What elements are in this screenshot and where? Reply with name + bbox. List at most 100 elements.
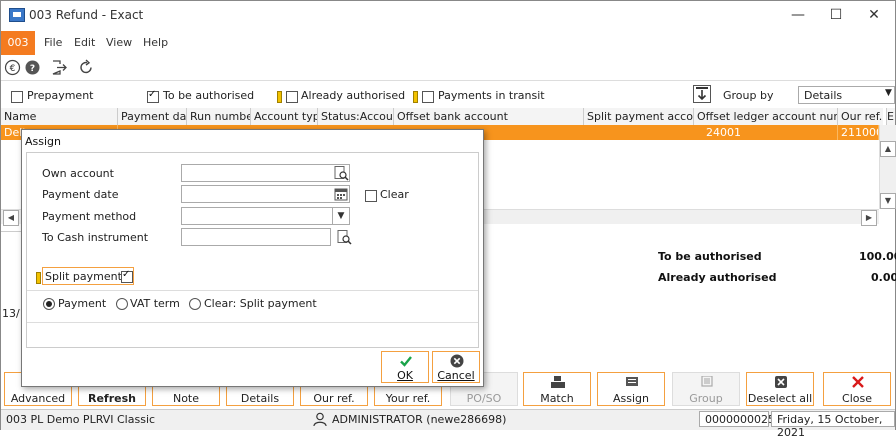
check-icon [400,356,412,367]
marker-icon [277,91,282,103]
payment-method-select[interactable]: ▼ [181,207,350,225]
col-split-payment-account[interactable]: Split payment account [584,108,694,125]
vertical-scrollbar[interactable]: ▲ ▼ [879,125,896,209]
advanced-label: Advanced [10,392,66,405]
group-icon [701,376,713,387]
lookup-icon[interactable] [336,229,352,245]
refresh-icon[interactable] [78,59,95,76]
already-authorised-checkbox[interactable] [286,91,298,103]
own-account-input[interactable] [181,164,350,182]
radio-payment[interactable] [43,298,55,310]
split-payment-box[interactable]: Split payment [42,267,134,285]
assign-icon [626,377,638,386]
radio-clear-split[interactable] [189,298,201,310]
status-date: Friday, 15 October, 2021 [777,413,883,439]
group-sort-icon[interactable] [693,85,711,103]
menu-bar: 003 File Edit View Help [1,31,895,55]
dialog-title: Assign [25,135,61,148]
assign-button[interactable]: Assign [597,372,665,406]
to-cash-instrument-label: To Cash instrument [42,231,149,244]
radio-vat-term-label: VAT term [130,297,180,310]
menu-file[interactable]: File [44,36,62,49]
group-button[interactable]: Group [672,372,740,406]
payments-in-transit-label: Payments in transit [438,89,545,102]
scroll-left-icon[interactable]: ◀ [3,210,19,226]
scroll-down-icon[interactable]: ▼ [880,193,896,209]
maximize-button[interactable]: ☐ [821,5,851,25]
menu-help[interactable]: Help [143,36,168,49]
details-label: Details [240,392,280,405]
split-payment-label: Split payment [45,270,122,283]
status-bar: 003 PL Demo PLRVI Classic ADMINISTRATOR … [1,409,895,439]
toolbar: € ? [1,56,895,81]
already-authorised-total-label: Already authorised [658,271,777,284]
app-icon [9,8,25,22]
status-user: ADMINISTRATOR (newe286698) [332,413,507,426]
close-window-button[interactable]: ✕ [859,5,889,25]
to-be-authorised-label: To be authorised [163,89,255,102]
refresh-label: Refresh [88,392,136,405]
clear-checkbox[interactable] [365,190,377,202]
match-label: Match [540,392,574,405]
minimize-button[interactable]: — [783,5,813,25]
close-button[interactable]: Close [823,372,891,406]
to-be-authorised-checkbox[interactable] [147,89,159,103]
col-status-account[interactable]: Status:Account [318,108,394,125]
lookup-icon[interactable] [333,165,349,181]
group-by-value: Details [804,89,843,102]
euro-icon[interactable]: € [4,59,21,76]
payment-date-label: Payment date [42,188,119,201]
col-account-type[interactable]: Account type [251,108,318,125]
ok-button[interactable]: OK [381,351,429,383]
col-payment-date[interactable]: Payment date [118,108,187,125]
prepayment-label: Prepayment [27,89,94,102]
calendar-icon[interactable] [333,186,349,202]
col-offset-ledger-account[interactable]: Offset ledger account number [694,108,838,125]
col-overflow[interactable]: E [887,108,895,125]
section-divider [27,290,478,291]
radio-vat-term[interactable] [116,298,128,310]
radio-payment-label: Payment [58,297,107,310]
title-bar: 003 Refund - Exact — ☐ ✕ [1,1,895,29]
menu-view[interactable]: View [106,36,132,49]
grid-divider [1,231,21,246]
status-date-box: Friday, 15 October, 2021 [771,411,895,439]
deselect-all-label: Deselect all [747,392,813,405]
close-icon [852,376,864,388]
deselect-all-button[interactable]: Deselect all [746,372,814,406]
to-be-authorised-total-label: To be authorised [658,250,762,263]
chevron-down-icon[interactable]: ▼ [332,208,349,224]
split-payment-checkbox[interactable] [121,269,133,283]
payment-date-input[interactable] [181,185,350,203]
po-so-label: PO/SO [466,392,502,405]
radio-clear-split-label: Clear: Split payment [204,297,317,310]
prepayment-checkbox[interactable] [11,91,23,103]
match-button[interactable]: Match [523,372,591,406]
window-title: 003 Refund - Exact [29,8,144,22]
clear-label: Clear [380,188,409,201]
col-run-number[interactable]: Run number [187,108,251,125]
section-divider [27,322,478,323]
user-icon [313,412,327,427]
company-badge[interactable]: 003 [1,31,35,55]
scroll-up-icon[interactable]: ▲ [880,141,896,157]
payment-method-label: Payment method [42,210,137,223]
scroll-right-icon[interactable]: ▶ [861,210,877,226]
menu-edit[interactable]: Edit [74,36,95,49]
match-icon [551,376,565,388]
to-be-authorised-total-value: 100.00 [859,250,896,263]
marker-icon [36,272,41,284]
own-account-label: Own account [42,167,114,180]
help-icon[interactable]: ? [24,59,41,76]
exit-icon[interactable] [51,59,68,76]
payments-in-transit-checkbox[interactable] [422,91,434,103]
cell-offset-ledger: 24001 [694,125,838,140]
col-offset-bank-account[interactable]: Offset bank account [394,108,584,125]
group-by-select[interactable]: Details ▼ [798,86,895,104]
your-ref-label: Your ref. [385,392,431,405]
cancel-button[interactable]: Cancel [432,351,480,383]
col-our-ref[interactable]: Our ref. [838,108,887,125]
assign-label: Assign [613,392,649,405]
to-cash-instrument-input[interactable] [181,228,331,246]
col-name[interactable]: Name [1,108,118,125]
